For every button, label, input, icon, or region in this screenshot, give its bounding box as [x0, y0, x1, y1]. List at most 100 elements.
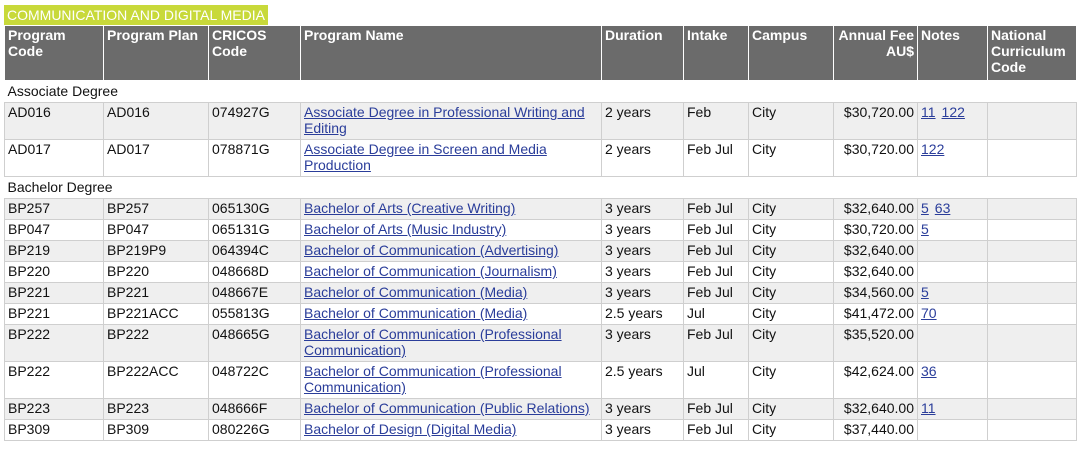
program-name-link[interactable]: Bachelor of Communication (Advertising)	[304, 242, 558, 258]
program-name-link[interactable]: Bachelor of Arts (Creative Writing)	[304, 200, 515, 216]
notes-cell: 5	[917, 219, 988, 241]
table-row: BP221 BP221ACC 055813G Bachelor of Communic…	[4, 303, 1077, 325]
campus-cell: City	[748, 102, 834, 140]
intake-cell: Feb Jul	[683, 139, 749, 177]
note-link[interactable]: 122	[921, 141, 944, 157]
cricos-code-cell: 048665G	[208, 324, 301, 362]
campus-cell: City	[748, 419, 834, 441]
notes-cell: 11 122	[917, 102, 988, 140]
table-row: BP219 BP219P9 064394C Bachelor of Communica…	[4, 240, 1077, 262]
program-plan-cell: BP221	[103, 282, 209, 304]
table-row: BP047 BP047 065131G Bachelor of Arts (Music…	[4, 219, 1077, 241]
header-program-code: Program Code	[4, 25, 104, 81]
national-code-cell	[987, 261, 1077, 283]
notes-cell	[917, 419, 988, 441]
table-row: AD017 AD017 078871G Associate Degree in Scr…	[4, 139, 1077, 177]
intake-cell: Feb Jul	[683, 324, 749, 362]
table-row: BP223 BP223 048666F Bachelor of Communicati…	[4, 398, 1077, 420]
program-name-link[interactable]: Associate Degree in Professional Writing…	[304, 104, 585, 136]
program-name-link[interactable]: Bachelor of Arts (Music Industry)	[304, 221, 506, 237]
note-link[interactable]: 122	[942, 104, 965, 120]
program-name-link[interactable]: Bachelor of Communication (Professional …	[304, 363, 562, 395]
duration-cell: 3 years	[601, 240, 684, 262]
section-title: COMMUNICATION AND DIGITAL MEDIA	[4, 5, 268, 25]
campus-cell: City	[748, 361, 834, 399]
group-row: Associate Degree	[4, 80, 1077, 103]
program-name-link[interactable]: Bachelor of Communication (Media)	[304, 284, 527, 300]
program-name-cell: Bachelor of Communication (Advertising)	[300, 240, 602, 262]
header-intake: Intake	[683, 25, 749, 81]
national-code-cell	[987, 139, 1077, 177]
intake-cell: Feb Jul	[683, 282, 749, 304]
national-code-cell	[987, 398, 1077, 420]
campus-cell: City	[748, 198, 834, 220]
program-code-cell: BP222	[4, 361, 104, 399]
program-code-cell: BP221	[4, 282, 104, 304]
group-row: Bachelor Degree	[4, 176, 1077, 199]
program-plan-cell: BP223	[103, 398, 209, 420]
note-link[interactable]: 70	[921, 305, 937, 321]
campus-cell: City	[748, 324, 834, 362]
national-code-cell	[987, 324, 1077, 362]
program-name-link[interactable]: Bachelor of Communication (Journalism)	[304, 263, 557, 279]
header-annual-fee: Annual Fee AU$	[833, 25, 918, 81]
notes-cell	[917, 261, 988, 283]
duration-cell: 2 years	[601, 102, 684, 140]
note-link[interactable]: 5	[921, 221, 929, 237]
duration-cell: 2 years	[601, 139, 684, 177]
national-code-cell	[987, 361, 1077, 399]
program-name-cell: Bachelor of Communication (Professional …	[300, 324, 602, 362]
header-program-plan: Program Plan	[103, 25, 209, 81]
program-name-cell: Bachelor of Communication (Media)	[300, 303, 602, 325]
cricos-code-cell: 048668D	[208, 261, 301, 283]
program-name-cell: Bachelor of Communication (Media)	[300, 282, 602, 304]
national-code-cell	[987, 240, 1077, 262]
note-link[interactable]: 5	[921, 200, 929, 216]
program-name-link[interactable]: Bachelor of Communication (Media)	[304, 305, 527, 321]
annual-fee-cell: $34,560.00	[833, 282, 918, 304]
national-code-cell	[987, 198, 1077, 220]
duration-cell: 3 years	[601, 419, 684, 441]
intake-cell: Feb Jul	[683, 419, 749, 441]
cricos-code-cell: 065131G	[208, 219, 301, 241]
table-row: AD016 AD016 074927G Associate Degree in Pro…	[4, 102, 1077, 140]
annual-fee-cell: $41,472.00	[833, 303, 918, 325]
program-name-link[interactable]: Bachelor of Communication (Professional …	[304, 326, 562, 358]
program-code-cell: BP309	[4, 419, 104, 441]
national-code-cell	[987, 282, 1077, 304]
duration-cell: 3 years	[601, 219, 684, 241]
notes-cell	[917, 240, 988, 262]
campus-cell: City	[748, 240, 834, 262]
intake-cell: Feb Jul	[683, 261, 749, 283]
program-plan-cell: BP219P9	[103, 240, 209, 262]
program-name-link[interactable]: Bachelor of Communication (Public Relati…	[304, 400, 590, 416]
table-row: BP309 BP309 080226G Bachelor of Design (Dig…	[4, 419, 1077, 441]
note-link[interactable]: 11	[921, 104, 936, 120]
campus-cell: City	[748, 219, 834, 241]
note-link[interactable]: 63	[935, 200, 951, 216]
intake-cell: Feb Jul	[683, 219, 749, 241]
national-code-cell	[987, 419, 1077, 441]
duration-cell: 2.5 years	[601, 303, 684, 325]
notes-cell: 5 63	[917, 198, 988, 220]
duration-cell: 3 years	[601, 198, 684, 220]
annual-fee-cell: $32,640.00	[833, 261, 918, 283]
campus-cell: City	[748, 398, 834, 420]
program-name-cell: Bachelor of Design (Digital Media)	[300, 419, 602, 441]
table-row: BP222 BP222ACC 048722C Bachelor of Communic…	[4, 361, 1077, 399]
program-code-cell: AD017	[4, 139, 104, 177]
program-name-link[interactable]: Bachelor of Design (Digital Media)	[304, 421, 516, 437]
program-code-cell: BP219	[4, 240, 104, 262]
note-link[interactable]: 11	[921, 400, 936, 416]
program-code-cell: BP221	[4, 303, 104, 325]
program-name-cell: Bachelor of Communication (Professional …	[300, 361, 602, 399]
header-national-code: National Curriculum Code	[987, 25, 1077, 81]
note-link[interactable]: 36	[921, 363, 937, 379]
annual-fee-cell: $37,440.00	[833, 419, 918, 441]
table-body: Associate Degree AD016 AD016 074927G Associa…	[4, 80, 1077, 441]
program-name-cell: Bachelor of Communication (Journalism)	[300, 261, 602, 283]
note-link[interactable]: 5	[921, 284, 929, 300]
program-code-cell: BP047	[4, 219, 104, 241]
duration-cell: 2.5 years	[601, 361, 684, 399]
program-name-link[interactable]: Associate Degree in Screen and Media Pro…	[304, 141, 547, 173]
